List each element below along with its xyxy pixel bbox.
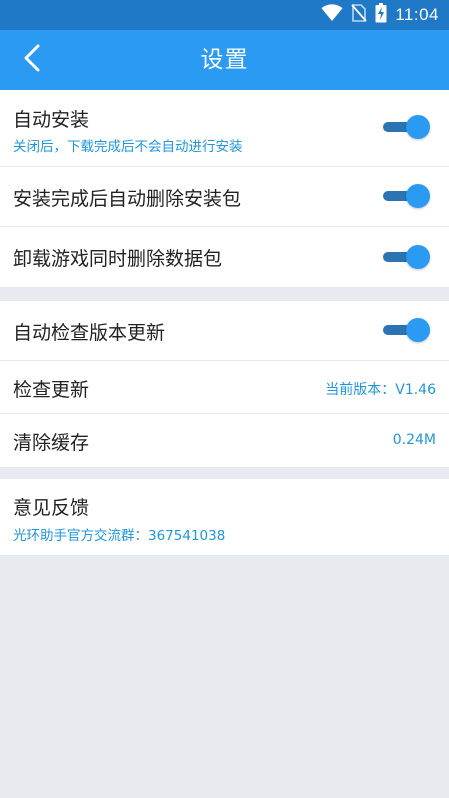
status-time: 11:04: [395, 5, 439, 24]
feedback-label: 意见反馈: [13, 497, 90, 519]
toggle-thumb: [406, 318, 430, 342]
uninstall-delete-data-row[interactable]: 卸载游戏同时删除数据包: [0, 227, 449, 287]
clear-cache-row[interactable]: 清除缓存 0.24M: [0, 414, 449, 467]
page-title: 设置: [200, 47, 249, 73]
clear-cache-label: 清除缓存: [13, 432, 90, 454]
auto-check-update-toggle[interactable]: [383, 318, 430, 342]
auto-check-update-label: 自动检查版本更新: [13, 322, 166, 344]
check-update-label: 检查更新: [13, 379, 90, 401]
auto-delete-package-row[interactable]: 安装完成后自动删除安装包: [0, 167, 449, 226]
app-bar: 设置: [0, 30, 449, 90]
back-button[interactable]: [10, 38, 54, 82]
chevron-left-icon: [23, 44, 41, 76]
no-sim-icon: [351, 4, 367, 26]
auto-delete-package-toggle[interactable]: [383, 184, 430, 208]
auto-check-update-row[interactable]: 自动检查版本更新: [0, 301, 449, 360]
install-settings-group: 自动安装 关闭后，下载完成后不会自动进行安装 安装完成后自动删除安装包 卸载游戏…: [0, 90, 449, 287]
wifi-icon: [321, 4, 343, 26]
feedback-group-info: 光环助手官方交流群：367541038: [13, 528, 226, 544]
update-settings-group: 自动检查版本更新 检查更新 当前版本：V1.46 清除缓存 0.24M: [0, 301, 449, 467]
auto-install-toggle[interactable]: [383, 115, 430, 139]
auto-delete-package-label: 安装完成后自动删除安装包: [13, 188, 242, 210]
toggle-thumb: [406, 184, 430, 208]
current-version-value: 当前版本：V1.46: [325, 382, 436, 398]
feedback-row[interactable]: 意见反馈 光环助手官方交流群：367541038: [0, 479, 449, 555]
feedback-group: 意见反馈 光环助手官方交流群：367541038: [0, 479, 449, 555]
status-bar: 11:04: [0, 0, 449, 30]
toggle-thumb: [406, 115, 430, 139]
auto-install-label: 自动安装: [13, 109, 90, 131]
battery-charging-icon: [375, 3, 387, 27]
auto-install-row[interactable]: 自动安装 关闭后，下载完成后不会自动进行安装: [0, 90, 449, 166]
check-update-row[interactable]: 检查更新 当前版本：V1.46: [0, 361, 449, 413]
toggle-thumb: [406, 245, 430, 269]
uninstall-delete-data-label: 卸载游戏同时删除数据包: [13, 248, 223, 270]
auto-install-description: 关闭后，下载完成后不会自动进行安装: [13, 139, 243, 155]
uninstall-delete-data-toggle[interactable]: [383, 245, 430, 269]
status-icons: 11:04: [321, 0, 439, 30]
cache-size-value: 0.24M: [392, 432, 436, 448]
